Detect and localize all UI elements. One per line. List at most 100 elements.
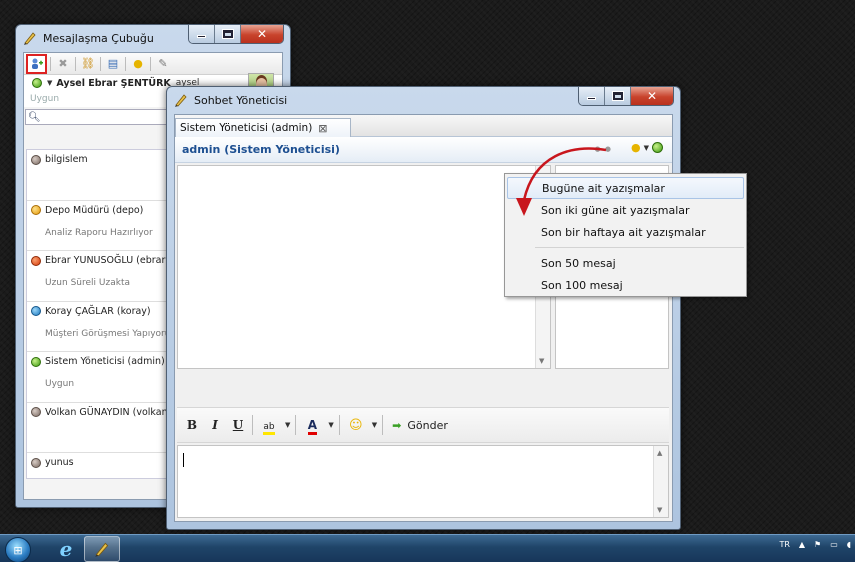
minimize-icon bbox=[197, 35, 206, 38]
toolbar-separator bbox=[125, 56, 126, 71]
system-tray: TR ▲ ⚑ ▭ ◖ bbox=[779, 540, 855, 549]
current-user-name: Aysel Ebrar ŞENTÜRK bbox=[56, 77, 171, 89]
tab-close-icon[interactable]: ⊠ bbox=[318, 122, 327, 135]
italic-button[interactable]: I bbox=[206, 418, 224, 432]
conversation-header: admin (Sistem Yöneticisi) ● ● ● ▼ bbox=[175, 137, 672, 163]
format-toolbar: B I U ab ▼ A ▼ ☺ ▼ ➡ Gönder bbox=[177, 407, 669, 443]
toolbar-separator bbox=[50, 56, 51, 71]
underline-button[interactable]: U bbox=[229, 418, 247, 432]
font-color-icon: A bbox=[307, 418, 318, 435]
pen-button[interactable]: ✎ bbox=[154, 55, 172, 73]
scroll-down-icon[interactable]: ▼ bbox=[657, 506, 662, 514]
menu-item-last-two-days[interactable]: Son iki güne ait yazışmalar bbox=[507, 199, 744, 221]
messaging-toolbar: ✖ ⛓ ▤ ● ✎ bbox=[24, 53, 282, 75]
start-button[interactable]: ⊞ bbox=[5, 537, 31, 562]
status-offline-icon bbox=[31, 154, 41, 165]
status-meeting-icon bbox=[31, 306, 41, 316]
toolbar-separator bbox=[252, 415, 253, 435]
search-icon: 🔍︎ bbox=[28, 111, 41, 123]
menu-item-last-50[interactable]: Son 50 mesaj bbox=[507, 252, 744, 274]
contact-name: Volkan GÜNAYDIN (volkan) bbox=[45, 406, 172, 418]
contact-card-button[interactable]: ▤ bbox=[104, 55, 122, 73]
scroll-up-icon[interactable]: ▲ bbox=[657, 449, 662, 457]
vertical-scrollbar[interactable]: ▲ ▼ bbox=[653, 446, 668, 517]
contact-name: Sistem Yöneticisi (admin) bbox=[45, 356, 165, 367]
menu-item-last-100[interactable]: Son 100 mesaj bbox=[507, 274, 744, 296]
pen-icon bbox=[24, 32, 36, 45]
delete-x-icon: ✖ bbox=[58, 57, 68, 70]
bold-button[interactable]: B bbox=[183, 418, 201, 432]
add-contact-button[interactable] bbox=[26, 53, 47, 74]
menu-separator bbox=[535, 247, 744, 248]
maximize-button[interactable] bbox=[215, 25, 241, 43]
send-arrow-icon: ➡ bbox=[392, 418, 402, 432]
close-icon: ✕ bbox=[646, 89, 658, 103]
tab-sistem-yoneticisi[interactable]: Sistem Yöneticisi (admin) ⊠ bbox=[175, 118, 351, 137]
tab-label: Sistem Yöneticisi (admin) bbox=[180, 122, 313, 134]
status-available-icon bbox=[32, 78, 42, 88]
font-color-button[interactable]: A bbox=[301, 418, 323, 435]
messaging-bar-titlebar[interactable]: Mesajlaşma Çubuğu ✕ bbox=[16, 25, 290, 51]
chevron-down-icon[interactable]: ▼ bbox=[328, 421, 333, 429]
maximize-icon bbox=[612, 92, 623, 100]
minimize-button[interactable] bbox=[579, 87, 605, 105]
taskbar: ⊞ e TR ▲ ⚑ ▭ ◖ bbox=[0, 534, 855, 562]
scroll-down-icon[interactable]: ▼ bbox=[539, 357, 544, 365]
link-button[interactable]: ⛓ bbox=[79, 55, 97, 73]
chat-manager-titlebar[interactable]: Sohbet Yöneticisi ✕ bbox=[167, 87, 680, 113]
pen-icon: ✎ bbox=[158, 57, 168, 70]
volume-icon[interactable]: ◖ bbox=[847, 540, 851, 549]
chevron-down-icon[interactable]: ▼ bbox=[47, 79, 52, 87]
minimize-button[interactable] bbox=[189, 25, 215, 43]
highlight-icon: ab bbox=[263, 421, 275, 435]
emoticon-button[interactable]: ☺ bbox=[345, 418, 367, 433]
close-icon: ✕ bbox=[256, 27, 268, 41]
contact-card-icon: ▤ bbox=[107, 57, 119, 70]
browser-e-icon: e bbox=[59, 537, 73, 561]
conversation-title: admin (Sistem Yöneticisi) bbox=[182, 143, 340, 156]
menu-item-last-week[interactable]: Son bir haftaya ait yazışmalar bbox=[507, 221, 744, 243]
toolbar-separator bbox=[75, 56, 76, 71]
close-button[interactable]: ✕ bbox=[241, 25, 283, 43]
text-caret bbox=[183, 453, 184, 467]
pen-icon bbox=[175, 94, 187, 107]
flag-icon[interactable]: ⚑ bbox=[814, 540, 821, 549]
add-contact-icon bbox=[31, 58, 43, 69]
toolbar-separator bbox=[382, 415, 384, 435]
taskbar-messenger[interactable] bbox=[84, 536, 120, 562]
contact-name: yunus bbox=[45, 457, 74, 468]
contact-name: Ebrar YUNUSOĞLU (ebrar) bbox=[45, 255, 170, 266]
status-busy-icon bbox=[31, 205, 41, 215]
chevron-down-icon[interactable]: ▼ bbox=[372, 421, 377, 429]
toolbar-separator bbox=[150, 56, 151, 71]
taskbar-browser[interactable]: e bbox=[48, 536, 84, 562]
highlight-button[interactable]: ab bbox=[258, 419, 280, 435]
message-history-pane: ▼ bbox=[177, 165, 551, 369]
window-controls: ✕ bbox=[578, 87, 674, 106]
send-label: Gönder bbox=[407, 418, 448, 432]
status-offline-icon bbox=[31, 457, 41, 468]
close-button[interactable]: ✕ bbox=[631, 87, 673, 105]
language-indicator[interactable]: TR bbox=[779, 540, 789, 549]
maximize-icon bbox=[222, 30, 233, 38]
link-icon: ⛓ bbox=[81, 57, 95, 70]
window-title: Mesajlaşma Çubuğu bbox=[43, 31, 154, 45]
history-bubble-icon[interactable]: ● bbox=[631, 141, 641, 154]
minimize-icon bbox=[587, 97, 596, 100]
network-icon[interactable]: ▭ bbox=[830, 540, 838, 549]
message-button[interactable]: ● bbox=[129, 55, 147, 73]
send-button[interactable]: ➡ Gönder bbox=[392, 419, 448, 432]
remove-contact-button[interactable]: ✖ bbox=[54, 55, 72, 73]
show-hidden-icons-icon[interactable]: ▲ bbox=[799, 540, 805, 549]
maximize-button[interactable] bbox=[605, 87, 631, 105]
windows-logo-icon: ⊞ bbox=[13, 543, 23, 557]
toolbar-separator bbox=[338, 415, 340, 435]
speech-bubble-icon: ● bbox=[133, 57, 143, 70]
window-controls: ✕ bbox=[188, 25, 284, 44]
tab-strip: Sistem Yöneticisi (admin) ⊠ bbox=[175, 115, 672, 137]
chevron-down-icon[interactable]: ▼ bbox=[285, 421, 290, 429]
message-input[interactable]: ▲ ▼ bbox=[177, 445, 669, 518]
chevron-down-icon[interactable]: ▼ bbox=[644, 144, 649, 152]
contact-name: bilgislem bbox=[45, 154, 88, 165]
menu-item-today[interactable]: Bugüne ait yazışmalar bbox=[507, 177, 744, 199]
